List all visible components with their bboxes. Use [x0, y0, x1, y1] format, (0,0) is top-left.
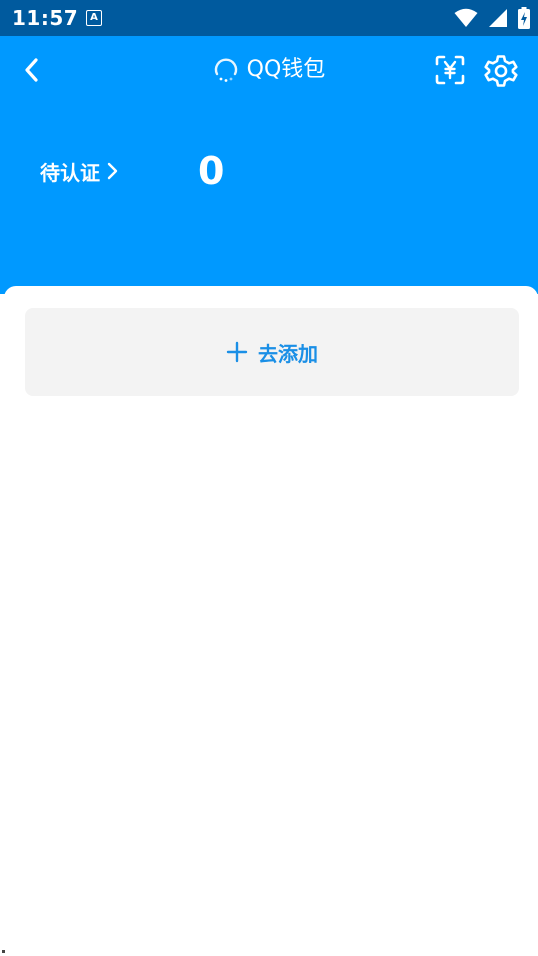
- gear-icon: [484, 55, 518, 87]
- pending-verification-label: 待认证: [40, 160, 100, 185]
- back-arrow-icon: [25, 58, 38, 82]
- wallet-header: QQ钱包 待认证 0: [0, 36, 538, 294]
- settings-button[interactable]: [482, 52, 520, 90]
- main-content: 去添加: [4, 286, 538, 956]
- back-button[interactable]: [14, 52, 50, 88]
- add-button-label: 去添加: [258, 341, 318, 366]
- plus-icon: [226, 341, 248, 363]
- pending-verification-link[interactable]: 待认证: [40, 156, 118, 186]
- wifi-icon: [454, 8, 478, 27]
- chevron-right-icon: [107, 162, 118, 180]
- scan-yuan-icon: [435, 55, 465, 85]
- status-time: 11:57: [12, 6, 79, 30]
- page-title: QQ钱包: [246, 57, 326, 82]
- scan-button[interactable]: [432, 52, 468, 88]
- battery-charging-icon: [518, 7, 530, 29]
- add-button[interactable]: 去添加: [25, 308, 519, 396]
- notification-icon: A: [86, 10, 102, 26]
- status-bar: 11:57 A: [0, 0, 538, 36]
- pending-verification-count: 0: [198, 149, 225, 193]
- loading-spinner-icon: [214, 58, 237, 82]
- signal-icon: [489, 9, 507, 27]
- status-icons: [454, 7, 530, 29]
- corner-mark: [2, 950, 5, 953]
